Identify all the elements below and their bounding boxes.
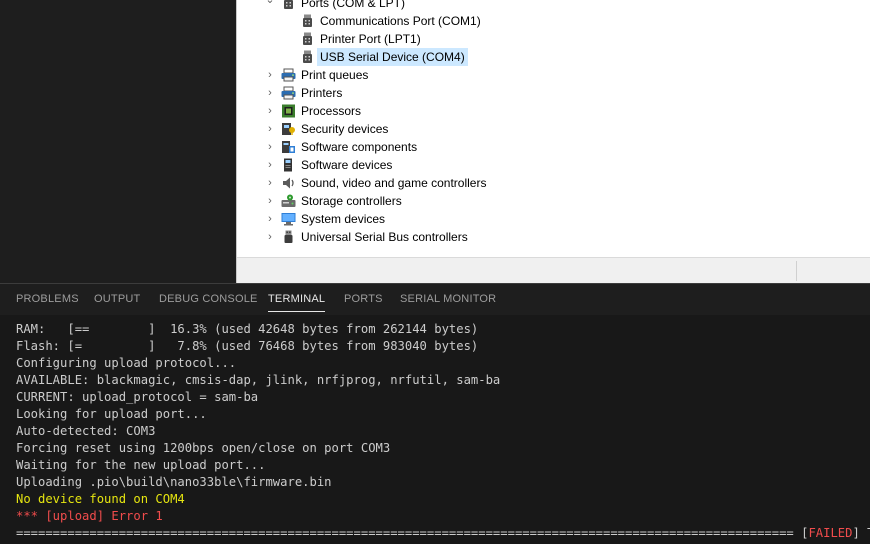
- chevron-right-icon[interactable]: ›: [265, 102, 275, 120]
- editor-background: [0, 0, 236, 283]
- tree-item-label: Ports (COM & LPT): [301, 0, 406, 10]
- terminal-line: Forcing reset using 1200bps open/close o…: [16, 441, 391, 455]
- tree-item-label: Print queues: [301, 68, 369, 82]
- tree-item[interactable]: › System devices: [237, 210, 837, 228]
- chevron-right-icon[interactable]: ›: [265, 174, 275, 192]
- terminal-line: Uploading .pio\build\nano33ble\firmware.…: [16, 475, 332, 489]
- chevron-right-icon[interactable]: ›: [265, 120, 275, 138]
- tree-item[interactable]: › Processors: [237, 102, 837, 120]
- tab-ports[interactable]: PORTS: [344, 284, 383, 315]
- port-icon: [300, 14, 315, 28]
- tree-item-label: Storage controllers: [301, 194, 402, 208]
- terminal-line: Auto-detected: COM3: [16, 424, 156, 438]
- port-icon: [300, 32, 315, 46]
- terminal-line: No device found on COM4: [16, 492, 185, 506]
- terminal-line: Configuring upload protocol...: [16, 356, 237, 370]
- device-tree[interactable]: ⌄ Ports (COM & LPT) Communications Port (C…: [237, 0, 870, 256]
- tree-item-label: USB Serial Device (COM4): [317, 48, 468, 66]
- printer-icon: [281, 86, 296, 100]
- terminal-line: RAM: [== ] 16.3% (used 42648 bytes from …: [16, 322, 479, 336]
- terminal-line: Looking for upload port...: [16, 407, 207, 421]
- tree-item-label: Sound, video and game controllers: [301, 176, 487, 190]
- tree-item[interactable]: › Printers: [237, 84, 837, 102]
- storage-icon: [281, 194, 296, 208]
- terminal-line: CURRENT: upload_protocol = sam-ba: [16, 390, 259, 404]
- chevron-right-icon[interactable]: ›: [265, 138, 275, 156]
- tree-item-label: Printers: [301, 86, 343, 100]
- processor-icon: [281, 104, 296, 118]
- chevron-right-icon[interactable]: ›: [265, 210, 275, 228]
- tree-item[interactable]: ⌄ Ports (COM & LPT): [237, 0, 837, 12]
- chevron-down-icon[interactable]: ⌄: [265, 0, 275, 12]
- tree-item[interactable]: Printer Port (LPT1): [237, 30, 837, 48]
- failed-status: FAILED: [808, 526, 853, 540]
- terminal-line: Flash: [= ] 7.8% (used 76468 bytes from …: [16, 339, 479, 353]
- tab-debug-console[interactable]: DEBUG CONSOLE: [159, 284, 258, 315]
- status-bar-divider: [796, 261, 797, 281]
- tree-item[interactable]: › Software components: [237, 138, 837, 156]
- device-manager-window: ⌄ Ports (COM & LPT) Communications Port (C…: [236, 0, 870, 284]
- summary-prefix: ========================================…: [16, 526, 809, 540]
- tree-item[interactable]: Communications Port (COM1): [237, 12, 837, 30]
- terminal-output[interactable]: RAM: [== ] 16.3% (used 42648 bytes from …: [0, 315, 870, 544]
- tree-item-label: System devices: [301, 212, 386, 226]
- tree-item-label: Processors: [301, 104, 362, 118]
- tab-problems[interactable]: PROBLEMS: [16, 284, 79, 315]
- terminal-line: *** [upload] Error 1: [16, 509, 163, 523]
- tab-serial-monitor[interactable]: SERIAL MONITOR: [400, 284, 496, 315]
- tree-item-label: Software devices: [301, 158, 393, 172]
- terminal-line: Waiting for the new upload port...: [16, 458, 266, 472]
- chevron-right-icon[interactable]: ›: [265, 228, 275, 246]
- software-component-icon: [281, 140, 296, 154]
- printer-icon: [281, 68, 296, 82]
- usb-icon: [281, 230, 296, 244]
- tree-item[interactable]: › Universal Serial Bus controllers: [237, 228, 837, 246]
- chevron-right-icon[interactable]: ›: [265, 84, 275, 102]
- tree-item-label: Communications Port (COM1): [320, 14, 481, 28]
- tree-item[interactable]: › Sound, video and game controllers: [237, 174, 837, 192]
- tree-item[interactable]: › Security devices: [237, 120, 837, 138]
- port-icon: [281, 0, 296, 10]
- tree-item[interactable]: USB Serial Device (COM4): [237, 48, 837, 66]
- port-icon: [300, 50, 315, 64]
- tree-item-label: Printer Port (LPT1): [320, 32, 421, 46]
- security-icon: [281, 122, 296, 136]
- chevron-right-icon[interactable]: ›: [265, 66, 275, 84]
- tree-item-label: Security devices: [301, 122, 389, 136]
- terminal-line: AVAILABLE: blackmagic, cmsis-dap, jlink,…: [16, 373, 501, 387]
- terminal-summary-line: ========================================…: [16, 525, 870, 542]
- tab-output[interactable]: OUTPUT: [94, 284, 140, 315]
- summary-suffix: ] Took 4.10 seconds ====================…: [852, 526, 870, 540]
- software-device-icon: [281, 158, 296, 172]
- speaker-icon: [281, 176, 296, 190]
- tree-item[interactable]: › Storage controllers: [237, 192, 837, 210]
- system-icon: [281, 212, 296, 226]
- tree-item[interactable]: › Software devices: [237, 156, 837, 174]
- tab-terminal[interactable]: TERMINAL: [268, 284, 326, 315]
- panel-tab-bar: PROBLEMS OUTPUT DEBUG CONSOLE TERMINAL PORTS…: [0, 283, 870, 315]
- tree-item-label: Universal Serial Bus controllers: [301, 230, 468, 244]
- device-manager-status-bar: [237, 257, 870, 284]
- tree-item-label: Software components: [301, 140, 418, 154]
- chevron-right-icon[interactable]: ›: [265, 192, 275, 210]
- chevron-right-icon[interactable]: ›: [265, 156, 275, 174]
- tree-item[interactable]: › Print queues: [237, 66, 837, 84]
